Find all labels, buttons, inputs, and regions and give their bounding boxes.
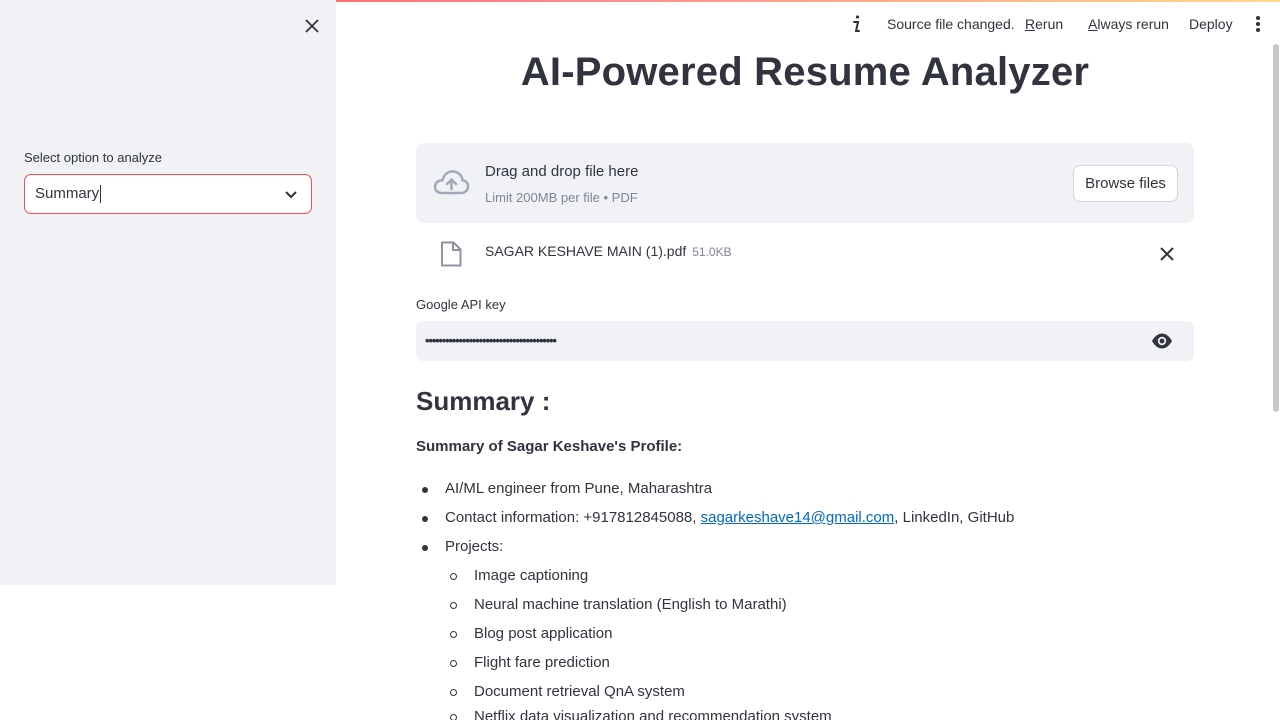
remove-file-icon[interactable] xyxy=(1158,245,1176,263)
select-label: Select option to analyze xyxy=(24,150,163,165)
browse-files-button[interactable]: Browse files xyxy=(1073,165,1178,202)
project-item: Image captioning xyxy=(449,567,589,584)
rerun-button[interactable]: Rerun xyxy=(1025,16,1063,32)
api-key-label: Google API key xyxy=(416,297,506,312)
eye-icon[interactable] xyxy=(1151,332,1173,350)
api-key-masked-value: ••••••••••••••••••••••••••••••••••••••• xyxy=(425,333,557,348)
source-changed-text: Source file changed. xyxy=(887,16,1015,32)
always-rerun-hotkey: A xyxy=(1088,16,1098,32)
dropzone-limit: Limit 200MB per file • PDF xyxy=(485,190,638,205)
project-item: Document retrieval QnA system xyxy=(450,683,685,700)
summary-heading: Summary : xyxy=(416,386,551,416)
summary-subheading: Summary of Sagar Keshave's Profile: xyxy=(416,438,683,455)
list-item-contact: Contact information: +917812845088, saga… xyxy=(421,509,1015,526)
project-item: Flight fare prediction xyxy=(450,654,610,671)
file-size: 51.0KB xyxy=(692,245,732,259)
project-item: Netflix data visualization and recommend… xyxy=(450,708,832,720)
file-icon xyxy=(441,241,462,267)
always-rerun-button[interactable]: Always rerun xyxy=(1088,16,1169,32)
rerun-hotkey: R xyxy=(1025,16,1036,32)
sidebar: Select option to analyze Summary xyxy=(0,0,336,585)
uploaded-file-row: SAGAR KESHAVE MAIN (1).pdf 51.0KB xyxy=(416,232,1194,276)
file-dropzone[interactable]: Drag and drop file here Limit 200MB per … xyxy=(416,143,1194,223)
page-title: AI-Powered Resume Analyzer xyxy=(520,50,1090,94)
always-rerun-label: lways rerun xyxy=(1097,16,1169,32)
file-name-text: SAGAR KESHAVE MAIN (1).pdf xyxy=(485,243,687,259)
close-icon xyxy=(305,19,319,33)
contact-prefix: Contact information: +917812845088, xyxy=(445,509,701,526)
scrollbar[interactable] xyxy=(1273,44,1279,412)
api-key-input[interactable]: ••••••••••••••••••••••••••••••••••••••• xyxy=(416,321,1194,361)
email-link[interactable]: sagarkeshave14@gmail.com xyxy=(701,509,895,526)
project-item: Neural machine translation (English to M… xyxy=(450,596,787,613)
dropzone-title: Drag and drop file here xyxy=(485,163,639,180)
more-menu-icon[interactable] xyxy=(1250,14,1266,34)
analysis-option-select[interactable]: Summary xyxy=(24,174,312,214)
rerun-label: erun xyxy=(1035,16,1064,32)
contact-suffix: , LinkedIn, GitHub xyxy=(894,509,1015,526)
chevron-down-icon xyxy=(285,191,297,199)
list-item-projects: Projects: xyxy=(421,538,504,555)
file-name: SAGAR KESHAVE MAIN (1).pdf 51.0KB xyxy=(485,243,732,259)
list-item: AI/ML engineer from Pune, Maharashtra xyxy=(421,480,713,497)
deploy-button[interactable]: Deploy xyxy=(1189,16,1233,32)
cloud-upload-icon xyxy=(433,170,470,195)
project-item: Blog post application xyxy=(449,625,613,642)
close-sidebar-button[interactable] xyxy=(300,14,324,38)
info-icon[interactable] xyxy=(848,14,864,34)
select-value: Summary xyxy=(35,185,102,203)
